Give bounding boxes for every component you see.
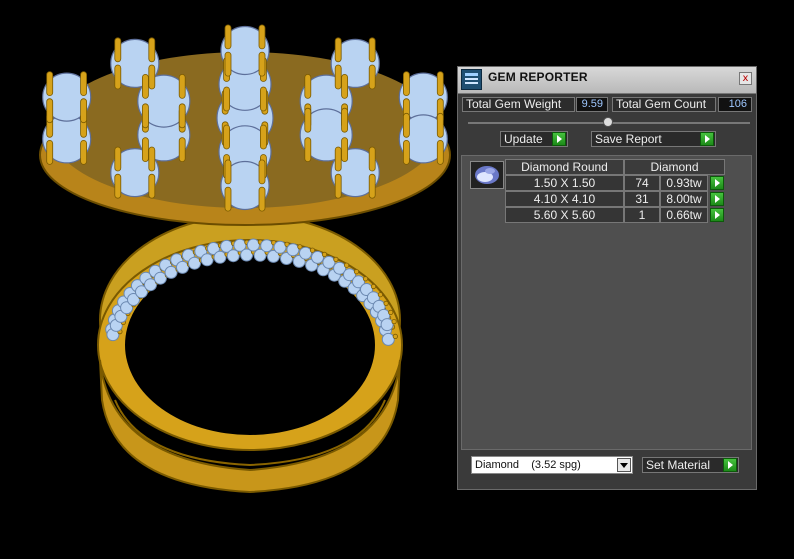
gem-weight-cell: 8.00tw [660, 191, 708, 207]
gem-weight-cell: 0.93tw [660, 175, 708, 191]
slider-handle[interactable] [603, 117, 613, 127]
update-button[interactable]: Update [500, 131, 568, 147]
play-arrow-icon [700, 132, 714, 146]
total-gem-count-value: 106 [718, 97, 752, 112]
gem-table-area: Diamond Round Diamond 1.50 X 1.50 74 0.9… [461, 155, 752, 450]
gem-reporter-icon [461, 69, 482, 90]
column-header-shape: Diamond Round [505, 159, 624, 175]
close-icon[interactable]: x [739, 72, 752, 85]
panel-titlebar[interactable]: GEM REPORTER x [458, 67, 756, 94]
play-arrow-icon[interactable] [710, 192, 724, 206]
gem-reporter-panel: GEM REPORTER x Total Gem Weight 9.59 Tot… [457, 66, 757, 490]
play-arrow-icon[interactable] [710, 176, 724, 190]
gem-size-cell: 1.50 X 1.50 [505, 175, 624, 191]
chevron-down-icon[interactable] [617, 458, 631, 472]
play-arrow-icon [552, 132, 566, 146]
save-report-button-label: Save Report [595, 132, 662, 146]
material-select[interactable]: Diamond (3.52 spg) [471, 456, 633, 474]
gem-count-cell: 31 [624, 191, 660, 207]
total-gem-weight-label: Total Gem Weight [462, 97, 575, 112]
total-gem-weight-value: 9.59 [576, 97, 608, 112]
total-gem-count-label: Total Gem Count [612, 97, 716, 112]
gem-weight-cell: 0.66tw [660, 207, 708, 223]
diamond-gem-icon[interactable] [470, 161, 504, 189]
material-select-value: Diamond (3.52 spg) [475, 459, 581, 471]
panel-title: GEM REPORTER [488, 70, 588, 84]
gem-size-cell: 5.60 X 5.60 [505, 207, 624, 223]
gem-count-cell: 1 [624, 207, 660, 223]
play-arrow-icon[interactable] [710, 208, 724, 222]
update-button-label: Update [504, 132, 543, 146]
save-report-button[interactable]: Save Report [591, 131, 716, 147]
gem-size-cell: 4.10 X 4.10 [505, 191, 624, 207]
play-arrow-icon [723, 458, 737, 472]
gem-count-cell: 74 [624, 175, 660, 191]
set-material-button[interactable]: Set Material [642, 457, 739, 473]
column-header-material: Diamond [624, 159, 725, 175]
set-material-button-label: Set Material [646, 458, 711, 472]
